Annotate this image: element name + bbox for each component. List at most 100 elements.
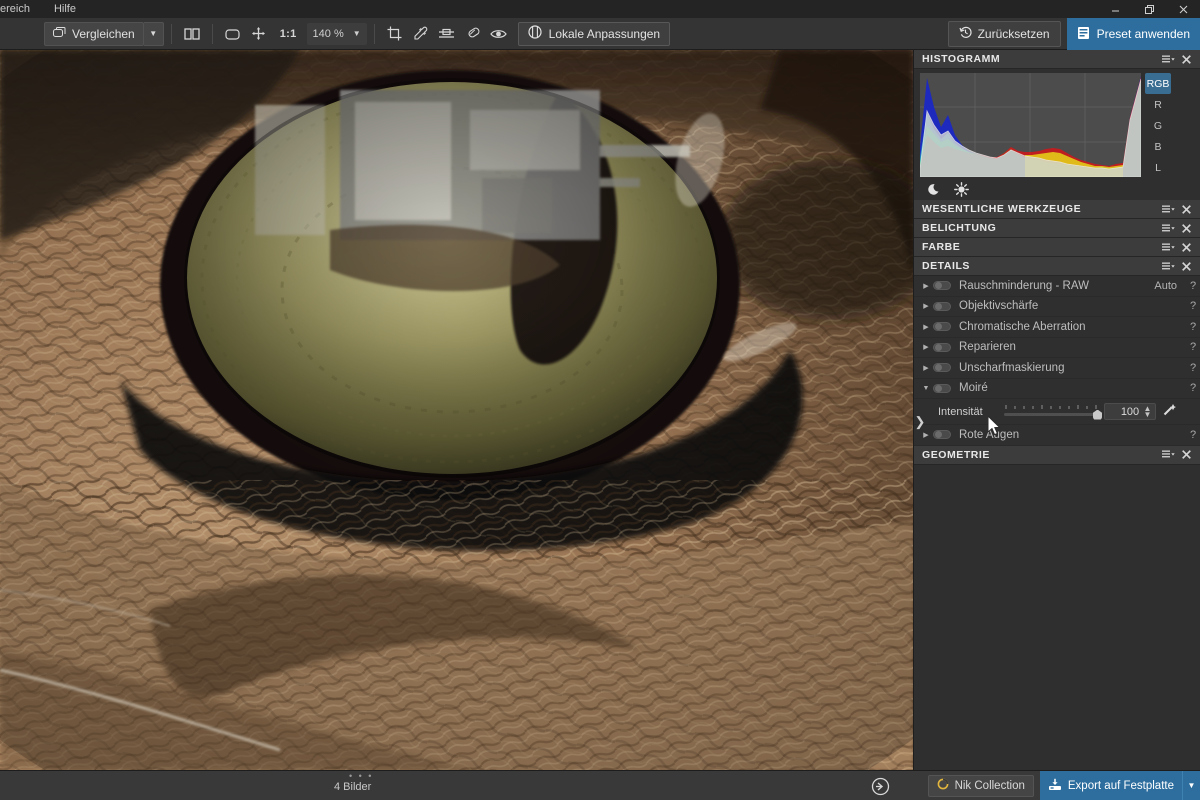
fit-to-screen-icon[interactable] [220, 22, 246, 46]
ruler-icon[interactable] [434, 22, 460, 46]
panel-close-icon[interactable] [1178, 223, 1194, 233]
histogram-plot[interactable] [920, 73, 1141, 177]
moire-intensity-slider[interactable] [1004, 404, 1102, 420]
pan-move-icon[interactable] [246, 22, 272, 46]
reset-button[interactable]: Zurücksetzen [947, 21, 1061, 47]
channel-r[interactable]: R [1145, 94, 1171, 115]
close-icon[interactable] [1166, 0, 1200, 18]
mouse-cursor [987, 414, 1004, 443]
zoom-level-select[interactable]: 140 % ▼ [306, 22, 367, 45]
panel-menu-icon[interactable] [1160, 224, 1176, 233]
auto-label[interactable]: Auto [1154, 280, 1177, 292]
compare-label: Vergleichen [72, 26, 135, 41]
section-title: BELICHTUNG [922, 222, 997, 234]
divider [170, 23, 172, 44]
eye-icon[interactable] [486, 22, 512, 46]
panel-close-icon[interactable] [1178, 261, 1194, 271]
help-icon[interactable]: ? [1186, 362, 1200, 374]
channel-g[interactable]: G [1145, 115, 1171, 136]
tool-row-unscharfmaskierung[interactable]: ▶ Unscharfmaskierung ? [914, 358, 1200, 379]
drag-grip-icon[interactable]: • • • [349, 772, 373, 781]
histogram-body: RGB R G B L [914, 69, 1200, 178]
section-title: FARBE [922, 241, 961, 253]
expander-triangle-icon[interactable]: ▶ [919, 282, 933, 290]
expander-triangle-icon[interactable]: ▶ [919, 323, 933, 331]
section-title: GEOMETRIE [922, 448, 990, 461]
section-header-farbe[interactable]: FARBE [914, 238, 1200, 257]
tool-toggle[interactable] [933, 363, 951, 373]
help-icon[interactable]: ? [1186, 321, 1200, 333]
help-icon[interactable]: ? [1186, 429, 1200, 441]
tool-row-moire[interactable]: ▼ Moiré ? [914, 379, 1200, 399]
section-header-geometrie[interactable]: GEOMETRIE [914, 445, 1200, 465]
spinner-up-down-icon[interactable]: ▲ ▼ [1142, 404, 1153, 418]
forward-arrow-icon[interactable] [869, 775, 891, 797]
help-icon[interactable]: ? [1186, 382, 1200, 394]
panel-menu-icon[interactable] [1160, 450, 1176, 459]
section-header-details[interactable]: DETAILS [914, 257, 1200, 276]
tool-toggle[interactable] [933, 342, 951, 352]
help-icon[interactable]: ? [1186, 341, 1200, 353]
local-adjustments-button[interactable]: Lokale Anpassungen [517, 21, 671, 46]
compare-dropdown-arrow[interactable]: ▼ [143, 21, 164, 46]
tool-row-reparieren[interactable]: ▶ Reparieren ? [914, 338, 1200, 358]
panel-close-icon[interactable] [1178, 204, 1194, 214]
tool-toggle[interactable] [933, 383, 951, 393]
panel-menu-icon[interactable] [1160, 205, 1176, 214]
sun-icon[interactable] [948, 179, 974, 199]
eyedropper-icon[interactable] [408, 22, 434, 46]
expander-triangle-down-icon[interactable]: ▼ [919, 385, 933, 392]
export-disk-icon [1048, 778, 1062, 794]
panel-menu-icon[interactable] [1160, 262, 1176, 271]
tool-row-chromatische-aberration[interactable]: ▶ Chromatische Aberration ? [914, 317, 1200, 338]
reset-clock-icon [959, 26, 972, 42]
export-dropdown-arrow[interactable]: ▼ [1182, 770, 1200, 800]
zoom-one-to-one-button[interactable]: 1:1 [272, 28, 305, 40]
menu-item-hilfe[interactable]: Hilfe [42, 0, 88, 18]
menu-item-bereich[interactable]: ereich [0, 0, 42, 18]
expander-triangle-icon[interactable]: ▶ [919, 302, 933, 310]
channel-l[interactable]: L [1145, 157, 1171, 178]
panel-close-icon[interactable] [1178, 54, 1194, 64]
chevron-down-icon: ▼ [352, 29, 361, 38]
compare-button[interactable]: Vergleichen [44, 21, 144, 46]
restore-icon[interactable] [1132, 0, 1166, 18]
panel-menu-icon[interactable] [1160, 55, 1176, 64]
moon-icon[interactable] [922, 179, 948, 199]
tool-row-objektivschaerfe[interactable]: ▶ Objektivschärfe ? [914, 297, 1200, 317]
tool-toggle[interactable] [933, 322, 951, 332]
local-adjustments-icon [528, 25, 542, 42]
healing-brush-icon[interactable] [460, 22, 486, 46]
tool-toggle[interactable] [933, 430, 951, 440]
tool-row-rote-augen[interactable]: ▶ Rote Augen ? [914, 425, 1200, 446]
split-view-icon[interactable] [179, 22, 205, 46]
panel-close-icon[interactable] [1178, 450, 1194, 459]
channel-b[interactable]: B [1145, 136, 1171, 157]
expander-triangle-icon[interactable]: ▶ [919, 343, 933, 351]
help-icon[interactable]: ? [1186, 300, 1200, 312]
panel-menu-icon[interactable] [1160, 243, 1176, 252]
histogram-channel-list: RGB R G B L [1145, 73, 1171, 178]
channel-rgb[interactable]: RGB [1145, 73, 1171, 94]
minimize-icon[interactable] [1098, 0, 1132, 18]
tool-toggle[interactable] [933, 281, 951, 291]
export-button[interactable]: Export auf Festplatte [1039, 770, 1182, 800]
slider-handle[interactable] [1093, 409, 1102, 420]
tool-toggle[interactable] [933, 301, 951, 311]
panel-close-icon[interactable] [1178, 242, 1194, 252]
section-header-histogram[interactable]: HISTOGRAMM [914, 50, 1200, 69]
expander-triangle-icon[interactable]: ▶ [919, 364, 933, 372]
panel-collapse-chevron-icon[interactable]: ❯ [913, 400, 927, 444]
tool-label: Moiré [959, 382, 988, 395]
tool-row-rauschminderung-raw[interactable]: ▶ Rauschminderung - RAW Auto ? [914, 276, 1200, 297]
preset-icon [1077, 26, 1090, 43]
help-icon[interactable]: ? [1186, 280, 1200, 292]
nik-collection-button[interactable]: Nik Collection [927, 774, 1034, 797]
apply-preset-button[interactable]: Preset anwenden [1066, 18, 1200, 50]
magic-wand-icon[interactable] [1159, 403, 1179, 421]
image-canvas[interactable] [0, 50, 913, 770]
apply-preset-label: Preset anwenden [1096, 27, 1190, 41]
section-header-wesentliche-werkzeuge[interactable]: WESENTLICHE WERKZEUGE [914, 200, 1200, 219]
section-header-belichtung[interactable]: BELICHTUNG [914, 219, 1200, 238]
crop-icon[interactable] [382, 22, 408, 46]
